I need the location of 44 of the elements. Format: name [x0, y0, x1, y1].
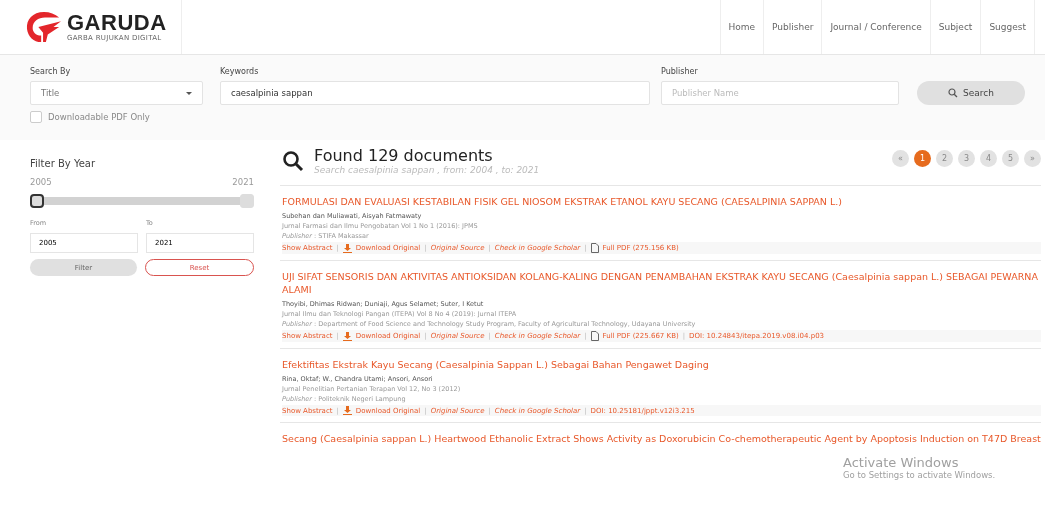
search-icon	[948, 88, 959, 98]
logo-name: GARUDA	[67, 12, 167, 34]
range-min-label: 2005	[30, 177, 52, 187]
activation-notice-title: Activate Windows	[843, 455, 960, 470]
year-range-slider[interactable]	[30, 197, 254, 205]
range-max-label: 2021	[232, 177, 254, 187]
article-title-link[interactable]: Secang (Caesalpinia sappan L.) Heartwood Ethanolic Extract Shows Activity as Doxorubicin Co-chemotherapeutic Agent by Apoptosis Induction on T47D Breast	[282, 432, 1041, 445]
download-icon	[342, 243, 352, 253]
field-label: Publisher	[661, 67, 699, 78]
page-button[interactable]: 3	[958, 150, 975, 167]
search-summary: Search caesalpinia sappan , from: 2004 , to: 2021	[314, 165, 541, 175]
search-icon	[282, 149, 304, 172]
search-button[interactable]: Search	[917, 81, 1025, 105]
document-icon	[590, 243, 599, 253]
page-button[interactable]: «	[892, 150, 909, 167]
page-button[interactable]: 4	[980, 150, 997, 167]
page-button[interactable]: »	[1024, 150, 1041, 167]
nav-link[interactable]: Home	[719, 0, 764, 54]
nav-link[interactable]: Subject	[929, 0, 981, 54]
download-icon	[342, 331, 352, 341]
field-label: Search By	[30, 67, 72, 78]
page-button[interactable]: 2	[936, 150, 953, 167]
keywords-field[interactable]: caesalpinia sappan	[219, 81, 650, 105]
checkbox[interactable]	[30, 111, 42, 123]
publisher-field[interactable]: Publisher Name	[661, 81, 899, 105]
checkbox-label: Downloadable PDF Only	[48, 112, 150, 122]
results-count: Found 129 documents	[314, 146, 494, 165]
article-title-link[interactable]: UJI SIFAT SENSORIS DAN AKTIVITAS ANTIOKSIDAN KOLANG-KALING DENGAN PENAMBAHAN EKSTRAK KAYU SECANG (Caesalpinia sappan L.) SEBAGAI PEWARNA ALAMI	[282, 270, 1041, 296]
document-icon	[590, 331, 599, 341]
article-title-link[interactable]: Efektifitas Ekstrak Kayu Secang (Caesalpinia Sappan L.) Sebagai Bahan Pengawet Daging	[282, 358, 1041, 371]
slider-handle[interactable]	[30, 194, 44, 208]
activation-notice-text: Go to Settings to activate Windows.	[843, 470, 996, 480]
caret-icon	[186, 91, 192, 95]
page-button[interactable]: 1	[914, 150, 931, 167]
garuda-logo-icon	[24, 10, 64, 44]
nav-link[interactable]: Publisher	[763, 0, 822, 54]
article-title-link[interactable]: FORMULASI DAN EVALUASI KESTABILAN FISIK GEL NIOSOM EKSTRAK ETANOL KAYU SECANG (CAESALPINIA SAPPAN L.)	[282, 195, 1041, 208]
nav-link[interactable]: Journal / Conference	[821, 0, 930, 54]
download-icon	[342, 406, 352, 415]
field-label: Keywords	[219, 67, 260, 78]
search-by-dropdown[interactable]: Title	[30, 81, 203, 105]
filter-title: Filter By Year	[30, 158, 97, 169]
nav-link[interactable]: Suggest	[980, 0, 1035, 54]
page-button[interactable]: 5	[1002, 150, 1019, 167]
